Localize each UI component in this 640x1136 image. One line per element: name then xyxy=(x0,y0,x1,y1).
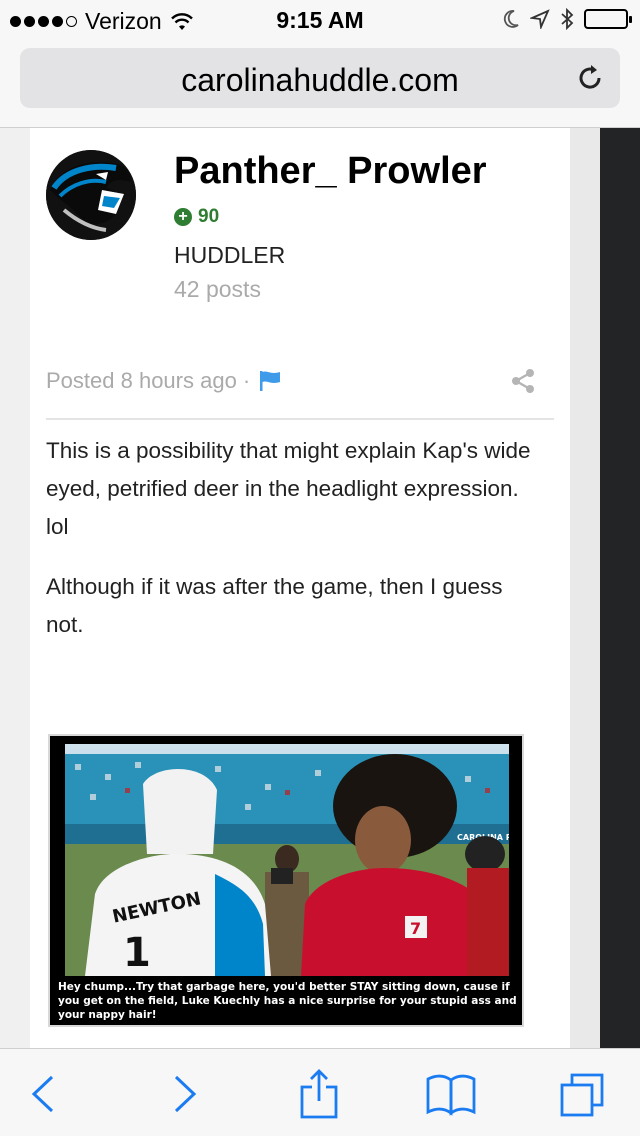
forum-post: Panther_ Prowler + 90 HUDDLER 42 posts P… xyxy=(30,128,570,1048)
post-paragraph: Although if it was after the game, then … xyxy=(46,574,503,637)
divider xyxy=(46,418,554,420)
battery-icon xyxy=(584,9,632,29)
post-body: This is a possibility that might explain… xyxy=(46,432,546,666)
image-caption: Hey chump...Try that garbage here, you'd… xyxy=(58,981,517,1021)
jersey-number-text: 1 xyxy=(123,930,151,976)
member-rank: HUDDLER xyxy=(174,242,286,268)
page-margin xyxy=(570,128,600,1048)
location-arrow-icon xyxy=(530,9,550,29)
username[interactable]: Panther_ Prowler xyxy=(174,150,487,193)
page-content[interactable]: Panther_ Prowler + 90 HUDDLER 42 posts P… xyxy=(0,128,640,1048)
browser-toolbar xyxy=(0,1048,640,1136)
tabs-icon[interactable] xyxy=(558,1069,608,1119)
bluetooth-icon xyxy=(561,8,574,30)
meme-photo: CAROLINA PANTHERS NEWTON 1 xyxy=(65,744,509,976)
share-icon[interactable] xyxy=(510,368,536,394)
reputation-value: 90 xyxy=(198,206,220,227)
reload-icon[interactable] xyxy=(574,62,606,94)
panther-logo-icon xyxy=(46,150,136,240)
post-count[interactable]: 42 posts xyxy=(174,276,261,303)
address-bar[interactable]: carolinahuddle.com xyxy=(20,48,620,108)
avatar[interactable] xyxy=(46,150,136,240)
post-image[interactable]: CAROLINA PANTHERS NEWTON 1 xyxy=(48,734,524,1027)
bookmarks-icon[interactable] xyxy=(426,1069,476,1119)
post-paragraph: This is a possibility that might explain… xyxy=(46,438,531,539)
post-meta: Posted 8 hours ago · xyxy=(46,368,282,394)
red-jersey-number-text: 7 xyxy=(410,919,421,938)
posted-time[interactable]: Posted 8 hours ago · xyxy=(46,368,250,394)
status-right xyxy=(502,8,632,30)
page-sidebar-edge xyxy=(600,128,640,1048)
flag-icon[interactable] xyxy=(258,370,282,392)
back-icon[interactable] xyxy=(20,1069,70,1119)
forward-icon[interactable] xyxy=(158,1069,208,1119)
plus-icon: + xyxy=(174,208,192,226)
url-text[interactable]: carolinahuddle.com xyxy=(20,62,620,99)
status-bar: Verizon 9:15 AM xyxy=(0,0,640,40)
browser-address-area: carolinahuddle.com xyxy=(0,40,640,128)
share-action-icon[interactable] xyxy=(294,1069,344,1119)
reputation-badge: + 90 xyxy=(174,206,219,228)
stadium-photo-illustration: CAROLINA PANTHERS NEWTON 1 xyxy=(65,744,509,976)
moon-icon xyxy=(503,10,519,28)
